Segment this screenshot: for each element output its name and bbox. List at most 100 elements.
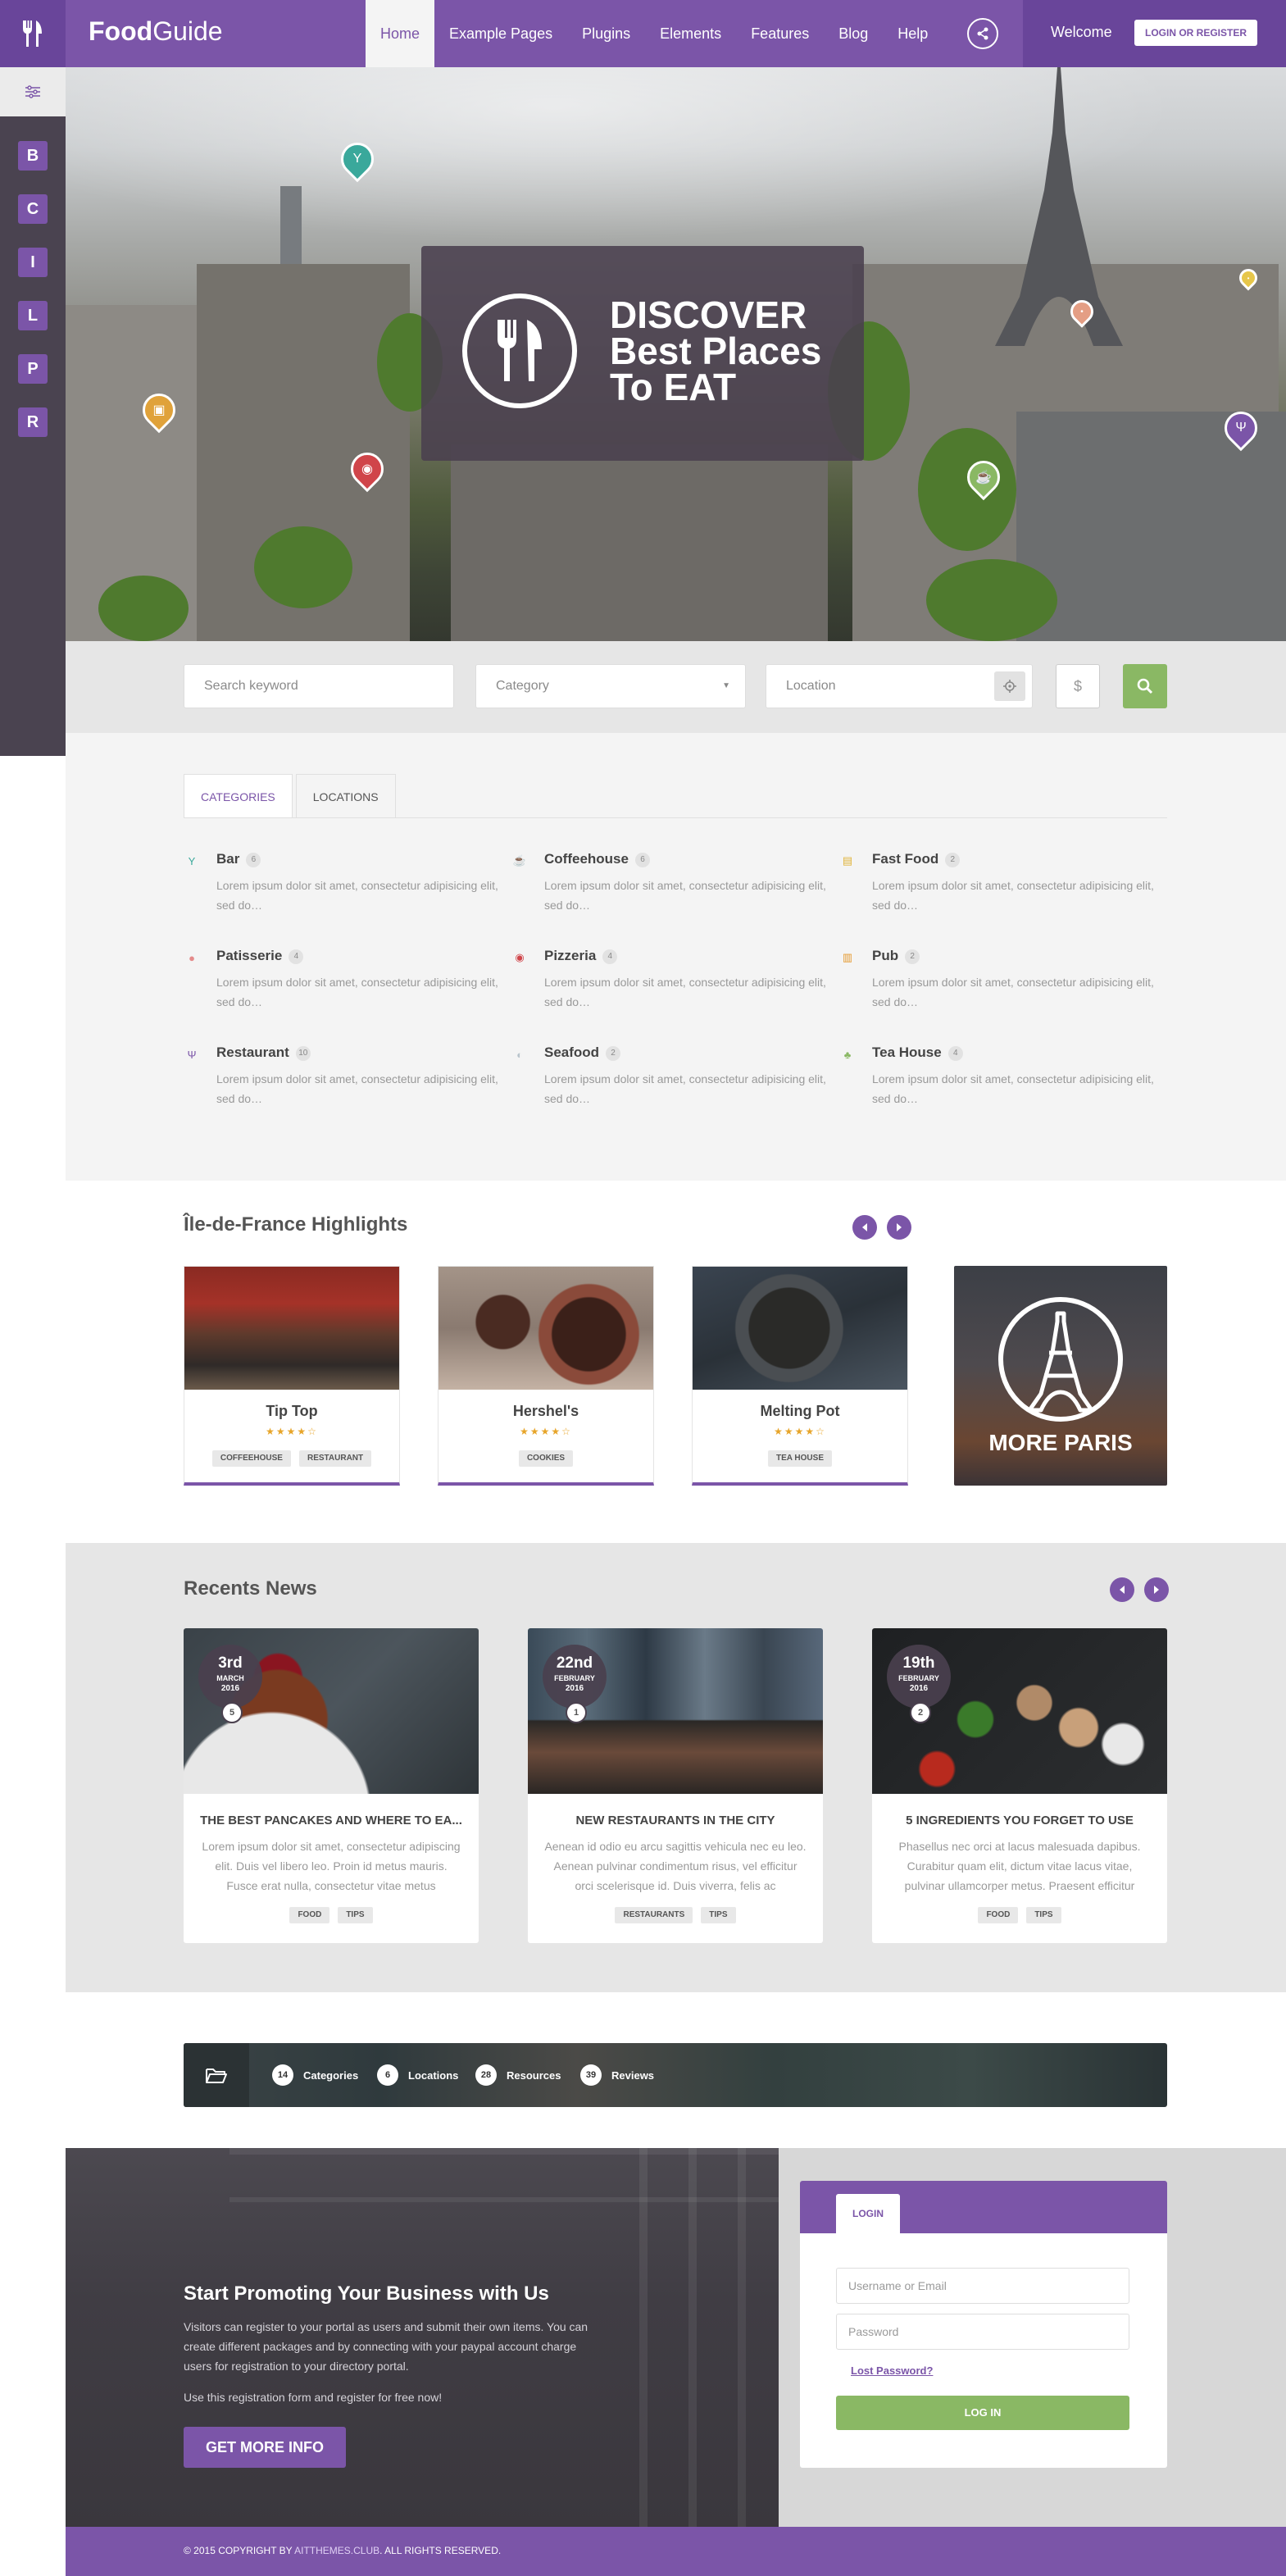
keyword-input[interactable]: Search keyword [184, 664, 454, 708]
price-filter-button[interactable]: $ [1056, 664, 1100, 708]
category-name[interactable]: Tea House 4 [872, 1045, 963, 1061]
highlights-prev-button[interactable] [852, 1215, 877, 1240]
nav-features[interactable]: Features [736, 0, 824, 67]
brand-name[interactable]: FoodGuide [89, 16, 223, 47]
news-tags: RESTAURANTS TIPS [528, 1907, 823, 1923]
tag[interactable]: TEA HOUSE [768, 1450, 832, 1467]
more-paris-card[interactable]: MORE PARIS [954, 1266, 1167, 1486]
category-name[interactable]: Fast Food 2 [872, 851, 961, 867]
tag[interactable]: FOOD [978, 1907, 1019, 1923]
pizza-icon: ◉ [361, 462, 373, 476]
category-description: Lorem ipsum dolor sit amet, consectetur … [216, 1072, 498, 1105]
category-count: 4 [947, 1045, 963, 1061]
category-select[interactable]: Category ▼ [475, 664, 746, 708]
hero-tree [926, 559, 1057, 641]
logo[interactable] [0, 0, 66, 67]
tag[interactable]: TIPS [1026, 1907, 1061, 1923]
hero-tree [98, 576, 189, 641]
comment-count[interactable]: 2 [910, 1702, 931, 1723]
eiffel-tower [995, 67, 1123, 346]
nav-elements[interactable]: Elements [645, 0, 736, 67]
stat-label: Resources [507, 2069, 561, 2082]
category-description: Lorem ipsum dolor sit amet, consectetur … [872, 879, 1154, 912]
stat-label: Locations [408, 2069, 459, 2082]
stat-locations[interactable]: 6 Locations [377, 2064, 458, 2086]
login-submit-button[interactable]: LOG IN [836, 2396, 1129, 2430]
nav-plugins[interactable]: Plugins [567, 0, 645, 67]
share-button[interactable] [967, 18, 998, 49]
promo-text: Visitors can register to your portal as … [184, 2320, 588, 2373]
category-name[interactable]: Pub 2 [872, 948, 920, 964]
stat-number: 28 [475, 2064, 497, 2086]
category-name[interactable]: Seafood 2 [544, 1045, 621, 1061]
top-header: FoodGuide Home Example Pages Plugins Ele… [0, 0, 1286, 67]
stat-resources[interactable]: 28 Resources [475, 2064, 561, 2086]
news-headline[interactable]: NEW RESTAURANTS IN THE CITY [541, 1814, 810, 1827]
password-input[interactable]: Password [836, 2314, 1129, 2350]
letter-p[interactable]: P [18, 354, 48, 384]
stat-categories[interactable]: 14 Categories [272, 2064, 358, 2086]
letter-b[interactable]: B [18, 141, 48, 171]
tag[interactable]: FOOD [289, 1907, 330, 1923]
stat-reviews[interactable]: 39 Reviews [580, 2064, 654, 2086]
tag[interactable]: RESTAURANT [298, 1450, 372, 1467]
highlight-name: Hershel's [512, 1403, 579, 1419]
login-register-button[interactable]: LOGIN OR REGISTER [1134, 20, 1257, 46]
category-name[interactable]: Coffeehouse 6 [544, 851, 650, 867]
letter-r[interactable]: R [18, 407, 48, 437]
locate-button[interactable] [994, 671, 1025, 701]
highlight-card[interactable]: Tip Top ★★★★☆ COFFEEHOUSE RESTAURANT [184, 1266, 400, 1486]
news-excerpt: Aenean id odio eu arcu sagittis vehicula… [544, 1840, 807, 1892]
comment-count[interactable]: 5 [221, 1702, 243, 1723]
footer-link[interactable]: AITTHEMES.CLUB [294, 2545, 379, 2556]
stat-label: Categories [303, 2069, 359, 2082]
tab-categories[interactable]: CATEGORIES [184, 774, 293, 818]
news-next-button[interactable] [1144, 1577, 1169, 1602]
tag[interactable]: RESTAURANTS [615, 1907, 693, 1923]
category-name[interactable]: Bar 6 [216, 851, 261, 867]
login-tab[interactable]: LOGIN [836, 2194, 900, 2233]
news-headline[interactable]: 5 INGREDIENTS YOU FORGET TO USE [885, 1814, 1154, 1827]
username-input[interactable]: Username or Email [836, 2268, 1129, 2304]
nav-home[interactable]: Home [366, 0, 435, 67]
category-name[interactable]: Patisserie 4 [216, 948, 304, 964]
highlight-card[interactable]: Melting Pot ★★★★☆ TEA HOUSE [692, 1266, 908, 1486]
news-card[interactable]: 19th FEBRUARY 2016 2 5 INGREDIENTS YOU F… [872, 1628, 1167, 1943]
location-input[interactable]: Location [766, 664, 1033, 708]
get-more-info-button[interactable]: GET MORE INFO [184, 2427, 346, 2468]
nav-example-pages[interactable]: Example Pages [434, 0, 567, 67]
highlight-card[interactable]: Hershel's ★★★★☆ COOKIES [438, 1266, 654, 1486]
category-description: Lorem ipsum dolor sit amet, consectetur … [544, 976, 826, 1008]
promote-section: Start Promoting Your Business with Us Vi… [66, 2148, 779, 2527]
tag[interactable]: TIPS [338, 1907, 373, 1923]
category-name[interactable]: Pizzeria 4 [544, 948, 618, 964]
filter-toggle[interactable] [0, 67, 66, 116]
news-prev-button[interactable] [1110, 1577, 1134, 1602]
tag[interactable]: COFFEEHOUSE [211, 1450, 291, 1467]
nav-help[interactable]: Help [883, 0, 943, 67]
category-count: 10 [295, 1045, 311, 1061]
category-description: Lorem ipsum dolor sit amet, consectetur … [544, 1072, 826, 1105]
lost-password-link[interactable]: Lost Password? [851, 2364, 933, 2377]
news-headline[interactable]: THE BEST PANCAKES AND WHERE TO EA... [197, 1814, 466, 1827]
comment-count[interactable]: 1 [566, 1702, 587, 1723]
promo-title: Start Promoting Your Business with Us [184, 2282, 549, 2305]
letter-c[interactable]: C [18, 194, 48, 224]
category-name[interactable]: Restaurant 10 [216, 1045, 311, 1061]
hero-building [451, 444, 828, 641]
tag[interactable]: COOKIES [518, 1450, 574, 1467]
date-badge: 19th FEBRUARY 2016 [887, 1645, 951, 1709]
search-submit-button[interactable] [1123, 664, 1167, 708]
cup-icon: ☕ [975, 471, 992, 485]
news-card[interactable]: 3rd MARCH 2016 5 THE BEST PANCAKES AND W… [184, 1628, 479, 1943]
news-card[interactable]: 22nd FEBRUARY 2016 1 NEW RESTAURANTS IN … [528, 1628, 823, 1943]
letter-l[interactable]: L [18, 301, 48, 330]
rating-stars: ★★★★☆ [520, 1426, 572, 1437]
highlights-next-button[interactable] [887, 1215, 911, 1240]
letter-i[interactable]: I [18, 248, 48, 277]
tag[interactable]: TIPS [701, 1907, 736, 1923]
nav-blog[interactable]: Blog [824, 0, 883, 67]
fork-knife-icon: Ψ [187, 1048, 197, 1061]
teapot-icon: ♣ [843, 1048, 852, 1061]
tab-locations[interactable]: LOCATIONS [295, 774, 396, 818]
